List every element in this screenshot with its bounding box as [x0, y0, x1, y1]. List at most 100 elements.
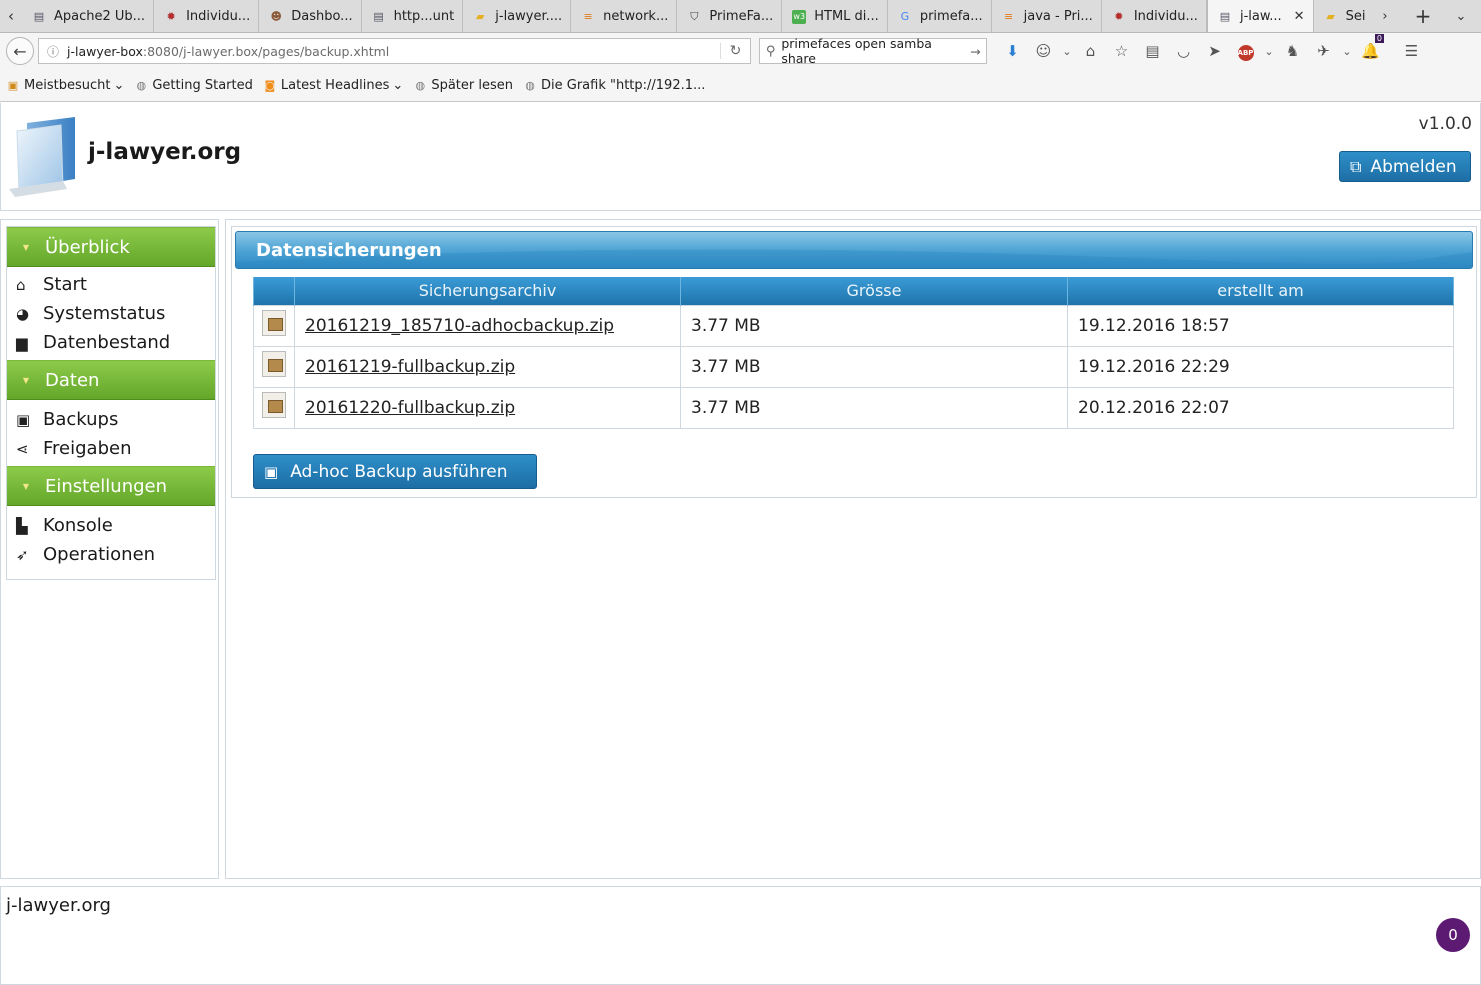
- browser-tab[interactable]: ✹ Individu...: [154, 0, 260, 32]
- size-cell: 3.77 MB: [680, 304, 1068, 347]
- toolbar-icons: ⬇ ☺ ⌄ ⌂ ☆ ▤ ◡ ➤ ABP ⌄ ♞ ✈ ⌄ 🔔 0 ☰: [997, 34, 1427, 61]
- browser-tab[interactable]: ▰ Seiten-L...: [1314, 0, 1365, 32]
- folder-logo-icon: [9, 117, 75, 197]
- menu-section-header[interactable]: ▼ Überblick: [7, 227, 215, 267]
- url-path: :8080/j-lawyer.box/pages/backup.xhtml: [142, 43, 390, 59]
- w3-icon: w3: [792, 9, 807, 24]
- sidebar-item-label: Systemstatus: [43, 303, 166, 324]
- browser-tab-label: java - Pri...: [1023, 9, 1093, 24]
- bookmark-item[interactable]: ◍ Getting Started: [134, 78, 253, 93]
- table-header-size[interactable]: Grösse: [680, 277, 1068, 305]
- reading-list-icon[interactable]: ▤: [1137, 42, 1168, 60]
- sidebar-item[interactable]: ▣ Backups: [7, 405, 215, 434]
- archive-download-link[interactable]: 20161220-fullbackup.zip: [305, 398, 515, 418]
- table-header-created[interactable]: erstellt am: [1067, 277, 1454, 305]
- tab-list-chevron-icon[interactable]: ⌄: [1441, 0, 1481, 32]
- browser-tab[interactable]: ✹ Individu...: [1102, 0, 1207, 32]
- size-cell: 3.77 MB: [680, 345, 1068, 388]
- adblock-icon[interactable]: ABP: [1230, 41, 1261, 61]
- logout-button[interactable]: ⧉ Abmelden: [1339, 151, 1471, 182]
- close-tab-icon[interactable]: ✕: [1294, 9, 1305, 24]
- rocket-icon: ➶: [16, 545, 29, 564]
- globe-icon: ◍: [415, 78, 426, 92]
- download-icon[interactable]: ⬇: [997, 42, 1028, 60]
- new-tab-icon[interactable]: +: [1405, 0, 1441, 32]
- browser-tab[interactable]: ≡ network...: [571, 0, 678, 32]
- notifications-icon[interactable]: 🔔 0: [1355, 34, 1386, 60]
- browser-tab[interactable]: ▤ Apache2 Ub...: [22, 0, 155, 32]
- footer-text: j-lawyer.org: [6, 895, 111, 916]
- google-icon: G: [900, 10, 910, 23]
- browser-tab[interactable]: ≡ java - Pri...: [992, 0, 1102, 32]
- spy-icon[interactable]: ✈: [1308, 42, 1339, 60]
- search-icon: ⚲: [765, 43, 776, 59]
- sidebar-item[interactable]: ➶ Operationen: [7, 540, 215, 569]
- sidebar-item-label: Operationen: [43, 544, 156, 565]
- globe-icon: ◍: [525, 78, 535, 92]
- menu-section-header[interactable]: ▼ Einstellungen: [7, 466, 215, 506]
- page-icon: ▤: [1219, 10, 1231, 23]
- browser-tab[interactable]: ☻ Dashbo...: [259, 0, 362, 32]
- page-icon: ▤: [33, 10, 45, 23]
- created-cell: 20.12.2016 22:07: [1067, 386, 1454, 429]
- browser-tab[interactable]: Gprimefa...: [888, 0, 992, 32]
- sidebar-item[interactable]: ⌂ Start: [7, 270, 215, 299]
- search-input[interactable]: primefaces open samba share: [781, 36, 964, 66]
- package-icon: [262, 392, 286, 418]
- table-header-row: Sicherungsarchiv Grösse erstellt am: [253, 277, 1454, 305]
- sidebar-item[interactable]: ◕ Systemstatus: [7, 299, 215, 328]
- face-icon[interactable]: ☺: [1028, 42, 1059, 60]
- notification-badge: 0: [1374, 34, 1384, 43]
- reload-icon[interactable]: ↻: [720, 43, 750, 59]
- search-go-icon[interactable]: →: [965, 44, 986, 59]
- home-icon[interactable]: ⌂: [1075, 42, 1106, 60]
- floppy-icon: ▣: [264, 462, 279, 481]
- bookmark-item[interactable]: ◙ Latest Headlines ⌄: [263, 78, 404, 93]
- chevron-down-icon: ⌄: [113, 77, 125, 93]
- chevron-down-icon[interactable]: ⌄: [1339, 45, 1355, 58]
- tab-scroll-left-icon[interactable]: ‹: [0, 0, 22, 32]
- search-bar[interactable]: ⚲ primefaces open samba share →: [759, 36, 987, 66]
- browser-tab-label: PrimeFa...: [709, 9, 774, 24]
- browser-tab[interactable]: ▰ j-lawyer....: [463, 0, 572, 32]
- archive-icon: ▆: [16, 333, 28, 352]
- avatar-icon: ☻: [270, 10, 282, 23]
- package-icon: [262, 310, 286, 336]
- adhoc-backup-button[interactable]: ▣ Ad-hoc Backup ausführen: [253, 454, 537, 489]
- chevron-down-icon[interactable]: ⌄: [1059, 45, 1075, 58]
- archive-download-link[interactable]: 20161219_185710-adhocbackup.zip: [305, 316, 614, 336]
- bookmark-item[interactable]: ◍ Später lesen: [413, 78, 513, 93]
- hamburger-menu-icon[interactable]: ☰: [1396, 42, 1427, 60]
- size-cell: 3.77 MB: [680, 386, 1068, 429]
- bookmark-item[interactable]: ◍ Die Grafik "http://192.1...: [523, 78, 705, 93]
- chat-count: 0: [1448, 926, 1458, 944]
- url-bar[interactable]: ⓘ j-lawyer-box:8080/j-lawyer.box/pages/b…: [38, 38, 751, 64]
- browser-tab[interactable]: ▤ http...unt: [362, 0, 464, 32]
- archive-download-link[interactable]: 20161219-fullbackup.zip: [305, 357, 515, 377]
- browser-tab[interactable]: w3 HTML di...: [782, 0, 888, 32]
- info-icon[interactable]: ⓘ: [39, 43, 67, 60]
- pocket-icon[interactable]: ◡: [1168, 42, 1199, 60]
- table-header-archive[interactable]: Sicherungsarchiv: [294, 277, 681, 305]
- chevron-down-icon[interactable]: ⌄: [1261, 45, 1277, 58]
- chat-widget-button[interactable]: 0: [1436, 918, 1470, 952]
- sidebar-item[interactable]: ⋖ Freigaben: [7, 434, 215, 463]
- browser-tab-label: j-lawyer....: [495, 9, 563, 24]
- extension-icon[interactable]: ♞: [1277, 42, 1308, 60]
- back-button[interactable]: ←: [6, 37, 34, 65]
- sidebar-item[interactable]: ▆ Datenbestand: [7, 328, 215, 357]
- table-header-icon-col: [253, 277, 295, 305]
- bookmark-item[interactable]: ▣ Meistbesucht ⌄: [6, 77, 125, 93]
- tab-scroll-right-icon[interactable]: ›: [1365, 0, 1405, 32]
- browser-tab-label: Apache2 Ub...: [54, 9, 146, 24]
- browser-tab[interactable]: ⛉ PrimeFa...: [677, 0, 783, 32]
- bookmark-star-icon[interactable]: ☆: [1106, 42, 1137, 60]
- sidebar-item[interactable]: ▙ Konsole: [7, 511, 215, 540]
- send-icon[interactable]: ➤: [1199, 42, 1230, 60]
- menu-section-header[interactable]: ▼ Daten: [7, 360, 215, 400]
- panel-title: Datensicherungen: [256, 240, 442, 261]
- browser-tab[interactable]: ▤ j-law... ✕: [1206, 0, 1314, 32]
- triangle-down-icon: ▼: [22, 481, 30, 491]
- table-row: 20161220-fullbackup.zip 3.77 MB 20.12.2016…: [253, 386, 1454, 429]
- browser-tab-bar: ‹ ▤ Apache2 Ub... ✹ Individu... ☻ Dashbo... ▤ h…: [0, 0, 1481, 33]
